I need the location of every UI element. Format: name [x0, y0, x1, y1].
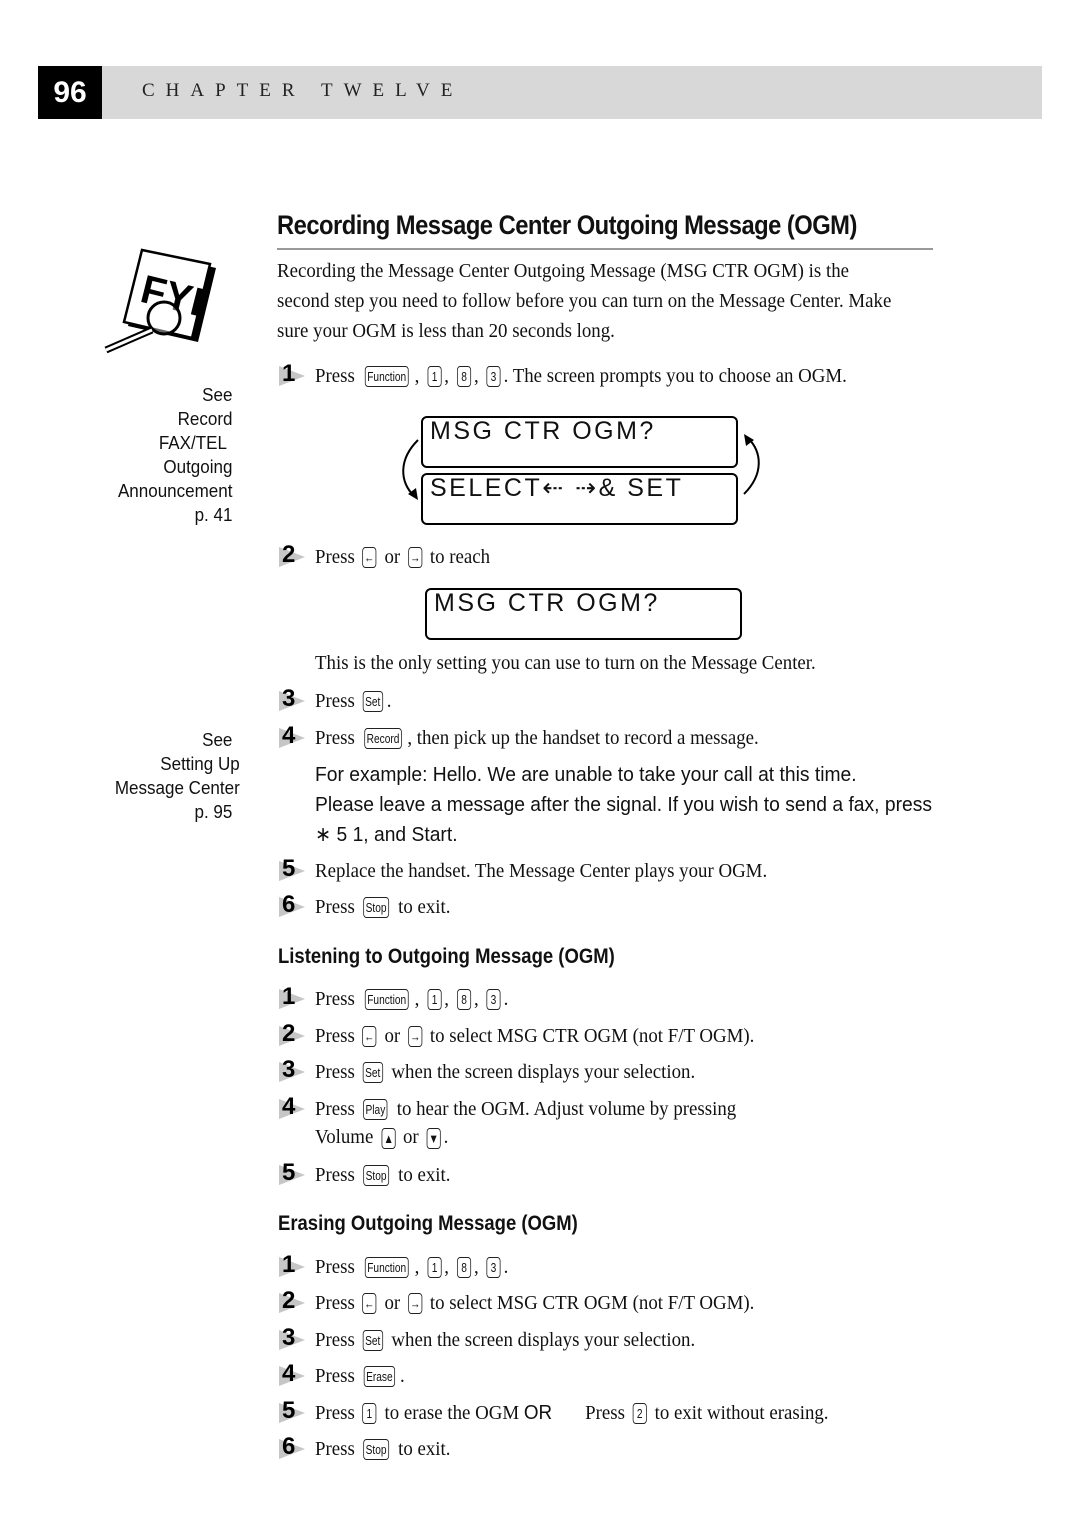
example-message: For example: Hello. We are unable to tak…	[315, 760, 932, 850]
side-note-line: p. 41	[194, 504, 232, 525]
title-divider	[277, 248, 933, 250]
only-setting-note: This is the only setting you can use to …	[315, 652, 816, 674]
step-number: 4	[279, 1360, 309, 1389]
intro-paragraph: Recording the Message Center Outgoing Me…	[277, 260, 892, 342]
listening-step-4: 4 Press Play to hear the OGM. Adjust vol…	[279, 1093, 773, 1122]
lcd-display-select-set: SELECT⇠ ⇢& SET	[421, 473, 738, 525]
step-number: 1	[279, 360, 309, 389]
side-note-line: Setting Up	[160, 753, 240, 774]
step-number: 5	[279, 855, 309, 884]
stop-key[interactable]: Stop	[363, 1438, 390, 1460]
set-key[interactable]: Set	[363, 1329, 384, 1351]
stop-key[interactable]: Stop	[363, 1164, 390, 1186]
side-note-line: See	[202, 729, 233, 750]
key-3[interactable]: 3	[486, 365, 501, 387]
right-arrow-key[interactable]: →	[408, 1292, 423, 1314]
side-note-line: Message Center	[115, 777, 240, 798]
listening-step-1: 1 Press Function, 1, 8, 3.	[279, 983, 525, 1012]
key-3[interactable]: 3	[486, 1256, 501, 1278]
step-number: 5	[279, 1397, 309, 1426]
erasing-step-4: 4 Press Erase.	[279, 1360, 413, 1389]
step-number: 3	[279, 685, 309, 714]
side-note-line: Outgoing	[162, 456, 232, 477]
key-1[interactable]: 1	[362, 1402, 377, 1424]
side-note-fax-tel: See Record FAX/TEL Outgoing Announcement…	[118, 383, 232, 527]
recording-step-6: 6 Press Stop to exit.	[279, 891, 462, 920]
step-number: 2	[279, 541, 309, 570]
example-line: Please leave a message after the signal.…	[315, 793, 932, 816]
recording-step-5: 5 Replace the handset. The Message Cente…	[279, 855, 807, 884]
key-8[interactable]: 8	[456, 365, 471, 387]
side-note-line: Announcement	[117, 480, 232, 501]
side-note-line: Record	[177, 408, 232, 429]
side-note-line: See	[201, 384, 232, 405]
key-1[interactable]: 1	[427, 1256, 442, 1278]
recording-step-1: 1 Press Function, 1, 8, 3. The screen pr…	[279, 360, 893, 389]
side-note-message-center: See Setting Up Message Center p. 95	[115, 728, 240, 824]
set-key[interactable]: Set	[363, 690, 384, 712]
page-number: 96	[38, 66, 102, 119]
left-arrow-key[interactable]: ←	[362, 1025, 377, 1047]
lcd-display-msg-ctr-ogm-2: MSG CTR OGM?	[425, 588, 742, 640]
function-key[interactable]: Function	[365, 1256, 409, 1278]
example-line: ∗ 5 1, and Start.	[315, 823, 458, 846]
volume-down-key[interactable]: ▼	[426, 1128, 441, 1149]
left-arrow-key[interactable]: ←	[362, 1292, 377, 1314]
right-arrow-key[interactable]: →	[408, 546, 423, 568]
step-number: 4	[279, 1093, 309, 1122]
recording-step-3: 3 Press Set.	[279, 685, 398, 714]
volume-up-key[interactable]: ▲	[381, 1128, 396, 1149]
side-note-line: p. 95	[194, 801, 233, 822]
key-8[interactable]: 8	[456, 1256, 471, 1278]
key-8[interactable]: 8	[456, 988, 471, 1010]
erasing-step-5: 5 Press 1 to erase the OGM OR Press 2 to…	[279, 1397, 873, 1426]
listening-step-2: 2 Press ← or → to select MSG CTR OGM (no…	[279, 1020, 793, 1049]
step-number: 2	[279, 1287, 309, 1316]
section-title: Recording Message Center Outgoing Messag…	[277, 210, 857, 240]
set-key[interactable]: Set	[363, 1061, 384, 1083]
key-2[interactable]: 2	[632, 1402, 647, 1424]
function-key[interactable]: Function	[365, 365, 409, 387]
step-number: 2	[279, 1020, 309, 1049]
fyi-magnifier-icon: FYI	[104, 248, 216, 354]
lcd-display-msg-ctr-ogm: MSG CTR OGM?	[421, 416, 738, 468]
step-number: 1	[279, 1251, 309, 1280]
side-note-line: FAX/TEL	[158, 432, 227, 453]
listening-heading: Listening to Outgoing Message (OGM)	[278, 945, 615, 968]
volume-line: Volume ▲ or ▼.	[315, 1126, 449, 1149]
step-number: 6	[279, 1433, 309, 1462]
erase-key[interactable]: Erase	[364, 1365, 396, 1387]
step-number: 5	[279, 1159, 309, 1188]
erasing-step-1: 1 Press Function, 1, 8, 3.	[279, 1251, 525, 1280]
record-key[interactable]: Record	[364, 727, 403, 749]
key-1[interactable]: 1	[427, 365, 442, 387]
function-key[interactable]: Function	[365, 988, 409, 1010]
step-number: 4	[279, 722, 309, 751]
erasing-step-3: 3 Press Set when the screen displays you…	[279, 1324, 728, 1353]
erasing-step-6: 6 Press Stop to exit.	[279, 1433, 462, 1462]
erasing-step-2: 2 Press ← or → to select MSG CTR OGM (no…	[279, 1287, 793, 1316]
recording-step-2: 2 Press ← or → to reach	[279, 541, 505, 570]
step-number: 1	[279, 983, 309, 1012]
recording-step-4: 4 Press Record, then pick up the handset…	[279, 722, 797, 751]
erasing-heading: Erasing Outgoing Message (OGM)	[278, 1212, 578, 1235]
listening-step-5: 5 Press Stop to exit.	[279, 1159, 462, 1188]
step-number: 3	[279, 1324, 309, 1353]
stop-key[interactable]: Stop	[363, 896, 390, 918]
chapter-label: CHAPTER TWELVE	[142, 80, 464, 101]
step-number: 6	[279, 891, 309, 920]
right-arrow-key[interactable]: →	[408, 1025, 423, 1047]
step-number: 3	[279, 1056, 309, 1085]
key-1[interactable]: 1	[427, 988, 442, 1010]
example-line: For example: Hello. We are unable to tak…	[315, 763, 857, 786]
key-3[interactable]: 3	[486, 988, 501, 1010]
listening-step-3: 3 Press Set when the screen displays you…	[279, 1056, 728, 1085]
play-key[interactable]: Play	[363, 1098, 389, 1120]
left-arrow-key[interactable]: ←	[362, 546, 377, 568]
